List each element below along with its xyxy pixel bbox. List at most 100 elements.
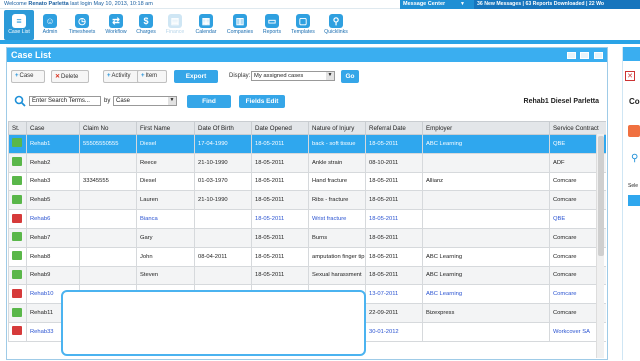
add-activity-button[interactable]: +Activity bbox=[103, 70, 141, 83]
display-label: Display: bbox=[229, 73, 251, 79]
toolbar: +Case ✕Delete +Activity +Item Export Dis… bbox=[11, 70, 411, 84]
table-cell: 01-03-1970 bbox=[194, 171, 252, 192]
search-icon[interactable]: ⚲ bbox=[631, 153, 638, 164]
nav-case-list[interactable]: ≡ Case List bbox=[4, 10, 34, 40]
charges-icon: $ bbox=[139, 14, 153, 28]
nav-timesheets[interactable]: ◷ Timesheets bbox=[65, 10, 99, 40]
table-cell: 08-10-2011 bbox=[365, 152, 423, 173]
nav-label: Workflow bbox=[105, 29, 127, 35]
table-cell bbox=[79, 246, 137, 267]
table-cell: Rehab8 bbox=[26, 246, 80, 267]
column-header[interactable]: Employer bbox=[422, 121, 550, 135]
nav-charges[interactable]: $ Charges bbox=[132, 10, 160, 40]
vertical-scrollbar[interactable] bbox=[596, 134, 604, 358]
table-row[interactable]: Rehab8 John 08-04-2011 18-05-2011 amputation… bbox=[8, 246, 606, 267]
table-cell: 18-05-2011 bbox=[365, 246, 423, 267]
column-header[interactable]: Claim No bbox=[79, 121, 137, 135]
clear-icon[interactable] bbox=[628, 125, 640, 137]
table-cell bbox=[79, 152, 137, 173]
chevron-down-icon[interactable]: ▼ bbox=[460, 1, 465, 7]
table-cell: 18-05-2011 bbox=[365, 265, 423, 286]
nav-label: Finance bbox=[165, 29, 185, 35]
find-button[interactable]: Find bbox=[187, 95, 231, 108]
column-header[interactable]: Date Opened bbox=[251, 121, 309, 135]
list-view-icon[interactable] bbox=[566, 52, 576, 59]
table-cell: Bianca bbox=[136, 209, 195, 229]
table-cell bbox=[79, 227, 137, 248]
scrollbar-thumb[interactable] bbox=[598, 136, 604, 256]
nav-reports[interactable]: ▭ Reports bbox=[258, 10, 286, 40]
go-button[interactable]: Go bbox=[341, 70, 359, 83]
column-header[interactable]: Service Contract bbox=[549, 121, 606, 135]
table-row[interactable]: Rehab2 Reece 21-10-1990 18-05-2011 Ankle str… bbox=[8, 152, 606, 173]
table-cell bbox=[422, 190, 550, 211]
search-by-select[interactable]: Case ▼ bbox=[113, 96, 177, 106]
maximize-icon[interactable] bbox=[594, 52, 603, 59]
table-row[interactable]: Rehab1 55505550555 Diesel 17-04-1990 18-05-2… bbox=[8, 134, 606, 154]
column-header[interactable]: St. bbox=[8, 121, 27, 135]
add-activity-label: Activity bbox=[111, 73, 131, 79]
column-header[interactable]: Date Of Birth bbox=[194, 121, 252, 135]
table-cell: Hand fracture bbox=[308, 171, 366, 192]
delete-button[interactable]: ✕Delete bbox=[51, 70, 89, 83]
nav-workflow[interactable]: ⇄ Workflow bbox=[101, 10, 131, 40]
grid-view-icon[interactable] bbox=[580, 52, 590, 59]
table-cell: 18-05-2011 bbox=[251, 265, 309, 286]
table-row[interactable]: Rehab3 33345555 Diesel 01-03-1970 18-05-2011… bbox=[8, 171, 606, 192]
table-cell bbox=[422, 209, 550, 229]
user-name[interactable]: Renato Parletta bbox=[28, 1, 68, 7]
column-header[interactable]: First Name bbox=[136, 121, 195, 135]
chevron-down-icon: ▼ bbox=[168, 97, 176, 105]
table-row[interactable]: Rehab9 Steven 18-05-2011 Sexual harassment 1… bbox=[8, 265, 606, 286]
case-list-icon: ≡ bbox=[12, 14, 26, 28]
column-header[interactable]: Referral Date bbox=[365, 121, 423, 135]
column-header[interactable]: Nature of Injury bbox=[308, 121, 366, 135]
nav-companies[interactable]: ▥ Companies bbox=[222, 10, 258, 40]
x-icon: ✕ bbox=[55, 74, 61, 80]
nav-finance[interactable]: ▤ Finance bbox=[161, 10, 189, 40]
stats-bar[interactable]: 36 New Messages | 63 Reports Downloaded … bbox=[474, 0, 640, 9]
quicklinks-icon: ⚲ bbox=[329, 14, 343, 28]
folder-icon bbox=[12, 138, 22, 148]
nav-admin[interactable]: ☺ Admin bbox=[37, 10, 63, 40]
add-item-button[interactable]: +Item bbox=[137, 70, 167, 83]
add-case-button[interactable]: +Case bbox=[11, 70, 45, 83]
table-header: St. Case Claim No First Name Date Of Birth Da… bbox=[8, 121, 606, 135]
column-header[interactable]: Case bbox=[26, 121, 80, 135]
table-cell: back - soft tissue bbox=[308, 134, 366, 154]
nav-quicklinks[interactable]: ⚲ Quicklinks bbox=[320, 10, 352, 40]
table-cell: 18-05-2011 bbox=[251, 152, 309, 173]
table-row[interactable]: Rehab5 Lauren 21-10-1990 18-05-2011 Ribs - f… bbox=[8, 190, 606, 211]
message-center-label: Message Center bbox=[403, 1, 446, 7]
nav-templates[interactable]: ▢ Templates bbox=[287, 10, 319, 40]
folder-icon bbox=[12, 194, 22, 204]
right-panel-selected-row[interactable] bbox=[628, 195, 640, 206]
right-panel-header bbox=[623, 47, 640, 61]
table-cell: 55505550555 bbox=[79, 134, 137, 154]
table-cell: Rehab9 bbox=[26, 265, 80, 286]
table-row[interactable]: Rehab7 Gary 18-05-2011 Burns 18-05-2011 Comca… bbox=[8, 227, 606, 248]
table-row[interactable]: Rehab6 Bianca 18-05-2011 Wrist fracture 18-0… bbox=[8, 209, 606, 229]
search-row: Enter Search Terms... by Case ▼ Find Fie… bbox=[11, 95, 601, 109]
table-cell bbox=[79, 265, 137, 286]
table-cell: 21-10-1990 bbox=[194, 190, 252, 211]
table-cell: 22-09-2011 bbox=[365, 303, 423, 323]
finance-icon: ▤ bbox=[168, 14, 182, 28]
table-cell: 30-01-2012 bbox=[365, 321, 423, 342]
companies-icon: ▥ bbox=[233, 14, 247, 28]
nav-label: Timesheets bbox=[68, 29, 96, 35]
nav-calendar[interactable]: ▦ Calendar bbox=[191, 10, 221, 40]
table-cell: Rehab2 bbox=[26, 152, 80, 173]
close-icon[interactable]: ✕ bbox=[625, 71, 635, 81]
table-cell: Rehab7 bbox=[26, 227, 80, 248]
folder-icon bbox=[12, 251, 22, 261]
table-cell: Lauren bbox=[136, 190, 195, 211]
export-button[interactable]: Export bbox=[174, 70, 218, 83]
display-select[interactable]: My assigned cases ▼ bbox=[251, 71, 335, 81]
search-input[interactable]: Enter Search Terms... bbox=[29, 96, 101, 106]
current-case-label: Rehab1 Diesel Parletta bbox=[523, 98, 599, 105]
table-cell bbox=[194, 227, 252, 248]
table-cell: Ankle strain bbox=[308, 152, 366, 173]
fields-edit-button[interactable]: Fields Edit bbox=[239, 95, 285, 108]
last-login: last login May 10, 2013, 10:18 am bbox=[70, 1, 153, 7]
